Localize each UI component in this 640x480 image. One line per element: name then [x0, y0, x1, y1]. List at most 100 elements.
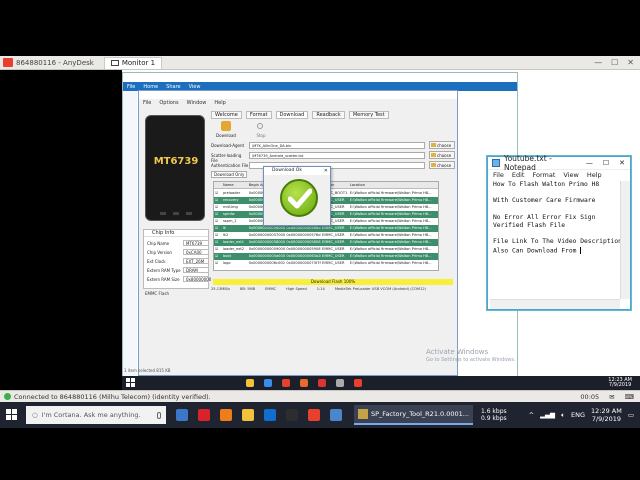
menu-window[interactable]: Window: [187, 100, 207, 106]
notepad-menu: File Edit Format View Help: [488, 170, 630, 180]
notepad-menu-help[interactable]: Help: [587, 171, 602, 179]
microphone-icon[interactable]: [157, 411, 161, 419]
auth-file-choose-button[interactable]: choose: [429, 161, 455, 169]
auth-file-label: Authentication File: [211, 163, 249, 168]
table-row[interactable]: ☑boot0x0000000005a000000x00000000063a2ff…: [214, 253, 438, 260]
flash-tool-menu: File Options Window Help: [139, 99, 457, 107]
table-row[interactable]: ☑lk0x00000000056000000x000000000566d7ffE…: [214, 225, 438, 232]
table-row[interactable]: ☑loader_ext20x00000000059000000x00000000…: [214, 246, 438, 253]
firefox-app-icon[interactable]: [300, 379, 308, 387]
file-explorer-icon[interactable]: [242, 409, 254, 421]
language-indicator[interactable]: ENG: [571, 411, 585, 419]
notepad-vertical-scrollbar[interactable]: [620, 181, 630, 299]
download-button-label[interactable]: Download: [213, 133, 239, 138]
notepad-title-bar: Youtube.txt - Notepad — ☐ ✕: [488, 154, 630, 172]
menu-file[interactable]: File: [143, 100, 151, 106]
notepad-menu-view[interactable]: View: [563, 171, 578, 179]
anydesk-close-icon[interactable]: ✕: [627, 58, 634, 67]
task-view-icon[interactable]: [176, 409, 188, 421]
flash-tool-window: File Options Window Help MT6739 Chip Inf…: [138, 90, 458, 376]
scatter-file-field[interactable]: \MT6739_Android_scatter.txt: [249, 152, 425, 159]
app-icon[interactable]: [330, 409, 342, 421]
flash-type-label: EMMC Flash: [145, 291, 169, 296]
search-placeholder: I'm Cortana. Ask me anything.: [41, 411, 141, 419]
explorer-ribbon-file[interactable]: File: [127, 84, 135, 90]
notepad-icon: [492, 159, 500, 167]
remote-clock[interactable]: 12:23 AM 7/9/2019: [608, 378, 640, 388]
dialog-title: Download Ok: [264, 167, 330, 175]
stop-button-label[interactable]: Stop: [251, 133, 271, 138]
tab-download[interactable]: Download: [275, 111, 309, 119]
text-cursor: [580, 246, 582, 254]
opera-app-icon[interactable]: [318, 379, 326, 387]
tool-app-icon[interactable]: [336, 379, 344, 387]
phone-image: MT6739: [145, 115, 205, 221]
anydesk-app-icon-2[interactable]: [354, 379, 362, 387]
notepad-menu-edit[interactable]: Edit: [512, 171, 525, 179]
chip-info-title: Chip Info: [144, 230, 208, 237]
notepad-maximize-icon[interactable]: ☐: [603, 159, 609, 167]
table-row[interactable]: ☑lk20x00000000057000000x000000000576d7ff…: [214, 232, 438, 239]
anydesk-app-icon[interactable]: [282, 379, 290, 387]
remote-start-icon[interactable]: [126, 378, 136, 388]
notepad-text-area[interactable]: How To Flash Walton Primo H8 With Custom…: [490, 181, 620, 299]
download-arrow-icon[interactable]: [221, 121, 231, 131]
network-speed: 1.6 kbps 0.9 kbps: [480, 408, 507, 422]
chip-row: Extern RAM Type DRAM: [147, 267, 209, 274]
scatter-file-label: Scatter-loading File: [211, 153, 242, 163]
chip-info-panel: Chip Info Chip Name MT6739 Chip Version 0x…: [143, 229, 211, 289]
tray-chevron-icon[interactable]: ^: [529, 411, 534, 419]
edge-app-icon[interactable]: [264, 379, 272, 387]
table-row[interactable]: ☑loader_ext10x00000000058000000x00000000…: [214, 239, 438, 246]
notepad-horizontal-scrollbar[interactable]: [490, 299, 620, 309]
folder-icon: [431, 143, 436, 147]
local-taskbar: ○ I'm Cortana. Ask me anything. SP_Facto…: [0, 402, 640, 428]
tab-welcome[interactable]: Welcome: [211, 111, 242, 119]
anydesk-icon[interactable]: [308, 409, 320, 421]
screen: 864880116 - AnyDesk Monitor 1 — ☐ ✕ File…: [0, 0, 640, 480]
download-progress-bar: Download Flash 100%: [213, 279, 453, 285]
monitor-tab-label: Monitor 1: [121, 59, 156, 67]
anydesk-minimize-icon[interactable]: —: [594, 58, 602, 67]
table-row[interactable]: ☑ logo 0x0000000006c00000 0x00000000073f7ff…: [214, 260, 438, 267]
tab-readback[interactable]: Readback: [312, 111, 345, 119]
local-clock[interactable]: 12:29 AM 7/9/2019: [591, 407, 622, 423]
cortana-search-box[interactable]: ○ I'm Cortana. Ask me anything.: [26, 406, 166, 424]
explorer-title-bar: [123, 73, 517, 82]
download-mode-select[interactable]: Download Only: [211, 171, 247, 178]
notifications-icon[interactable]: ▭: [628, 411, 634, 419]
explorer-ribbon-home[interactable]: Home: [143, 84, 158, 90]
notepad-menu-format[interactable]: Format: [532, 171, 555, 179]
start-icon[interactable]: [6, 409, 18, 421]
sp-factory-tool-taskbar-button[interactable]: SP_Factory_Tool_R21.0.0001...: [354, 405, 473, 425]
notepad-menu-file[interactable]: File: [493, 171, 504, 179]
folder-app-icon[interactable]: [246, 379, 254, 387]
download-agent-label: Download-Agent: [211, 143, 245, 148]
menu-help[interactable]: Help: [214, 100, 225, 106]
volume-icon[interactable]: 🔈︎: [561, 411, 565, 420]
chat-icon[interactable]: ✉: [609, 393, 614, 401]
firefox-icon[interactable]: [220, 409, 232, 421]
dialog-close-icon[interactable]: ✕: [324, 167, 328, 175]
download-agent-choose-button[interactable]: choose: [429, 141, 455, 149]
menu-options[interactable]: Options: [159, 100, 178, 106]
anydesk-maximize-icon[interactable]: ☐: [611, 58, 618, 67]
folder-icon: [431, 153, 436, 157]
opera-icon[interactable]: [198, 409, 210, 421]
network-icon[interactable]: ▂▄▆: [540, 411, 555, 419]
download-ok-dialog: Download Ok ✕: [263, 166, 331, 226]
explorer-ribbon-view[interactable]: View: [189, 84, 201, 90]
media-icon[interactable]: [286, 409, 298, 421]
keyboard-icon[interactable]: ⌨: [625, 393, 634, 401]
tab-format[interactable]: Format: [245, 111, 272, 119]
teamviewer-icon[interactable]: [264, 409, 276, 421]
scatter-file-choose-button[interactable]: choose: [429, 151, 455, 159]
download-agent-field[interactable]: \MTK_AllInOne_DA.bin: [249, 142, 425, 149]
notepad-close-icon[interactable]: ✕: [619, 159, 625, 167]
stop-icon[interactable]: [257, 123, 263, 129]
explorer-ribbon-share[interactable]: Share: [166, 84, 180, 90]
notepad-minimize-icon[interactable]: —: [586, 159, 593, 167]
monitor-tab[interactable]: Monitor 1: [103, 56, 163, 69]
chip-row: Chip Version 0xCA00: [147, 249, 209, 256]
tab-memory-test[interactable]: Memory Test: [348, 111, 389, 119]
